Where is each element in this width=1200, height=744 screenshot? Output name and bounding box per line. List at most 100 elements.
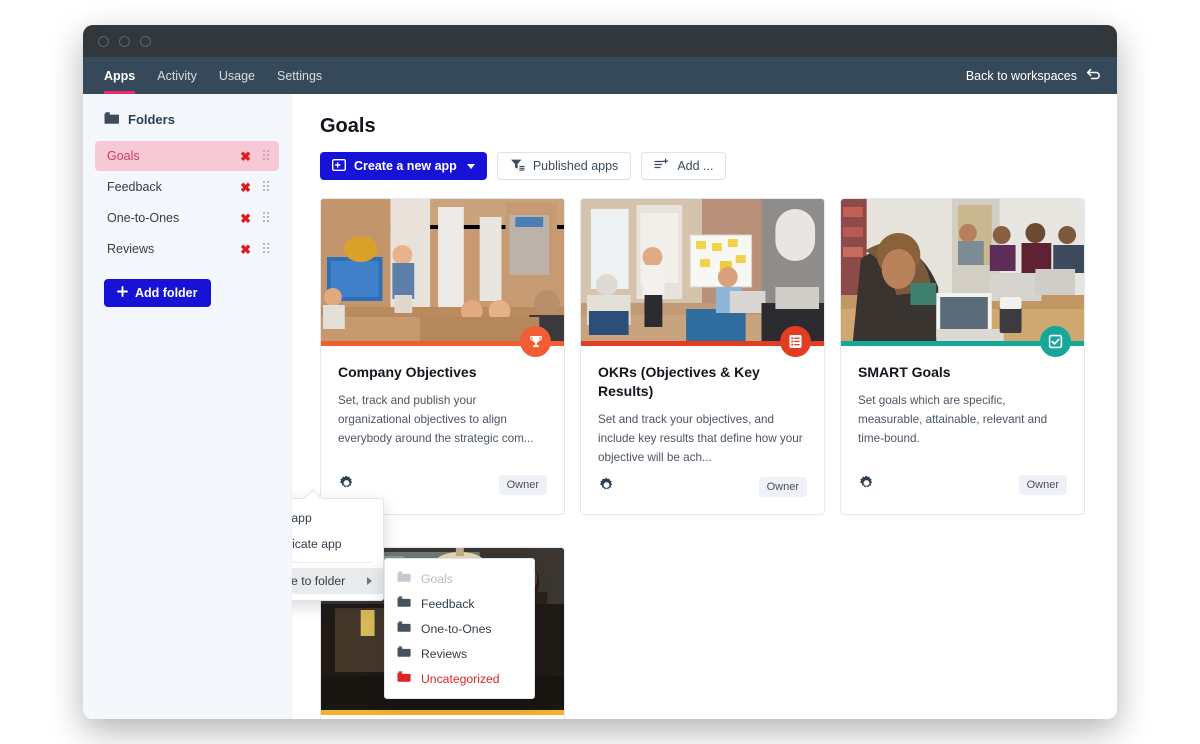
app-card-footer-3: Owner: [841, 464, 1084, 514]
main-content: Goals Create a new app Published apps Ad…: [292, 94, 1117, 719]
folder-icon-goals: [397, 571, 411, 586]
folder-item-reviews[interactable]: Reviews ✖: [95, 234, 279, 264]
plus-icon: [117, 286, 128, 300]
app-card-settings-gear-icon-1[interactable]: [338, 474, 355, 496]
folders-sidebar: Folders Goals ✖ Feedback ✖ One-to-Ones ✖: [83, 94, 292, 719]
page-title: Goals: [320, 115, 376, 137]
drag-handle-one-to-ones-icon[interactable]: [263, 212, 271, 224]
filter-icon: [510, 158, 525, 174]
app-card-badge-trophy: [520, 326, 551, 357]
context-menu-item-move-to-folder[interactable]: Move to folder: [292, 568, 383, 594]
folder-item-feedback-label: Feedback: [107, 180, 162, 194]
context-menu-item-duplicate-app-label: Duplicate app: [292, 537, 342, 551]
folder-icon-feedback: [397, 596, 411, 611]
app-body: Folders Goals ✖ Feedback ✖ One-to-Ones ✖: [83, 94, 1117, 719]
app-card-image-2: [581, 199, 824, 341]
app-context-menu: Edit app Duplicate app: [292, 498, 384, 601]
minimize-window-button[interactable]: [119, 35, 130, 47]
remove-folder-feedback-icon[interactable]: ✖: [240, 181, 251, 194]
submenu-item-goals-label: Goals: [421, 571, 453, 586]
submenu-item-goals: Goals: [385, 566, 534, 591]
submenu-item-uncategorized-label: Uncategorized: [421, 671, 500, 686]
app-card-title-3: SMART Goals: [858, 364, 951, 380]
back-to-workspaces-button[interactable]: Back to workspaces: [966, 57, 1101, 94]
add-sort-button[interactable]: Add ...: [641, 152, 727, 180]
add-folder-button[interactable]: Add folder: [104, 279, 211, 307]
submenu-item-reviews-label: Reviews: [421, 646, 468, 661]
folder-item-reviews-label: Reviews: [107, 242, 155, 256]
nav-tab-usage-label: Usage: [218, 68, 255, 83]
add-folder-label: Add folder: [135, 286, 198, 300]
app-card-title-2: OKRs (Objectives & Key Results): [598, 364, 760, 399]
app-card-badge-checkbox: [1040, 326, 1071, 357]
nav-tab-settings[interactable]: Settings: [266, 57, 333, 94]
app-card-footer-2: Owner: [581, 468, 824, 514]
app-card-smart-goals[interactable]: SMART Goals Set goals which are specific…: [840, 198, 1085, 515]
app-card-image-3: [841, 199, 1084, 341]
remove-folder-one-to-ones-icon[interactable]: ✖: [240, 212, 251, 225]
nav-tab-usage[interactable]: Usage: [208, 57, 266, 94]
app-card-badge-list: [780, 326, 811, 357]
folder-icon: [104, 112, 119, 127]
nav-tab-settings-label: Settings: [276, 68, 323, 83]
app-card-settings-gear-icon-2[interactable]: [598, 476, 615, 498]
back-to-workspaces-label: Back to workspaces: [965, 68, 1077, 83]
folder-list: Goals ✖ Feedback ✖ One-to-Ones ✖ Reviews…: [83, 141, 291, 264]
app-card-company-objectives[interactable]: Company Objectives Set, track and publis…: [320, 198, 565, 515]
nav-tab-activity[interactable]: Activity: [146, 57, 208, 94]
remove-folder-reviews-icon[interactable]: ✖: [240, 243, 251, 256]
context-menu-item-move-to-folder-label: Move to folder: [292, 574, 346, 588]
folder-item-goals[interactable]: Goals ✖: [95, 141, 279, 171]
app-card-role-badge-2: Owner: [758, 476, 807, 497]
submenu-item-reviews[interactable]: Reviews: [385, 641, 534, 666]
app-card-role-badge-3: Owner: [1018, 475, 1067, 495]
chevron-right-icon: [367, 577, 372, 585]
folders-heading: Folders: [83, 112, 291, 127]
folder-icon-uncategorized: [397, 671, 411, 686]
app-card-description-1: Set, track and publish your organization…: [338, 393, 534, 445]
submenu-item-uncategorized[interactable]: Uncategorized: [385, 666, 534, 691]
context-menu-item-duplicate-app[interactable]: Duplicate app: [292, 531, 383, 557]
nav-tab-activity-label: Activity: [157, 68, 197, 83]
create-new-app-button[interactable]: Create a new app: [320, 152, 487, 180]
new-app-icon: [331, 158, 347, 174]
nav-tab-apps[interactable]: Apps: [104, 57, 146, 94]
context-menu-separator: [292, 562, 372, 563]
published-apps-button[interactable]: Published apps: [496, 152, 632, 180]
app-card-description-2: Set and track your objectives, and inclu…: [598, 412, 803, 464]
remove-folder-goals-icon[interactable]: ✖: [240, 150, 251, 163]
folder-item-one-to-ones[interactable]: One-to-Ones ✖: [95, 203, 279, 233]
maximize-window-button[interactable]: [140, 35, 151, 47]
drag-handle-feedback-icon[interactable]: [263, 181, 271, 193]
app-card-title-1: Company Objectives: [338, 364, 477, 380]
app-card-okrs[interactable]: OKRs (Objectives & Key Results) Set and …: [580, 198, 825, 515]
context-menu-item-edit-app-label: Edit app: [292, 511, 312, 525]
app-card-body-3: SMART Goals Set goals which are specific…: [841, 346, 1084, 464]
app-card-description-3: Set goals which are specific, measurable…: [858, 393, 1048, 445]
app-card-body-1: Company Objectives Set, track and publis…: [321, 346, 564, 464]
list-icon: [789, 335, 802, 348]
undo-arrow-icon: [1086, 68, 1101, 84]
context-menu-item-edit-app[interactable]: Edit app: [292, 505, 383, 531]
nav-tab-list: Apps Activity Usage Settings: [104, 57, 333, 94]
submenu-item-feedback[interactable]: Feedback: [385, 591, 534, 616]
folder-item-one-to-ones-label: One-to-Ones: [107, 211, 180, 225]
submenu-item-feedback-label: Feedback: [421, 596, 475, 611]
published-apps-label: Published apps: [532, 159, 619, 173]
drag-handle-reviews-icon[interactable]: [263, 243, 271, 255]
nav-tab-apps-label: Apps: [104, 68, 136, 83]
add-sort-label: Add ...: [677, 159, 714, 173]
app-card-image-1: [321, 199, 564, 341]
app-card-settings-gear-icon-3[interactable]: [858, 474, 875, 496]
submenu-item-one-to-ones-label: One-to-Ones: [421, 621, 492, 636]
submenu-item-one-to-ones[interactable]: One-to-Ones: [385, 616, 534, 641]
folders-heading-label: Folders: [128, 112, 175, 127]
folder-icon-one-to-ones: [397, 621, 411, 636]
browser-window: Apps Activity Usage Settings Back to wor…: [83, 25, 1117, 719]
folder-item-feedback[interactable]: Feedback ✖: [95, 172, 279, 202]
list-plus-icon: [654, 158, 669, 174]
app-navbar: Apps Activity Usage Settings Back to wor…: [83, 57, 1117, 94]
drag-handle-goals-icon[interactable]: [263, 150, 271, 162]
checkbox-icon: [1048, 334, 1063, 349]
close-window-button[interactable]: [98, 35, 109, 47]
